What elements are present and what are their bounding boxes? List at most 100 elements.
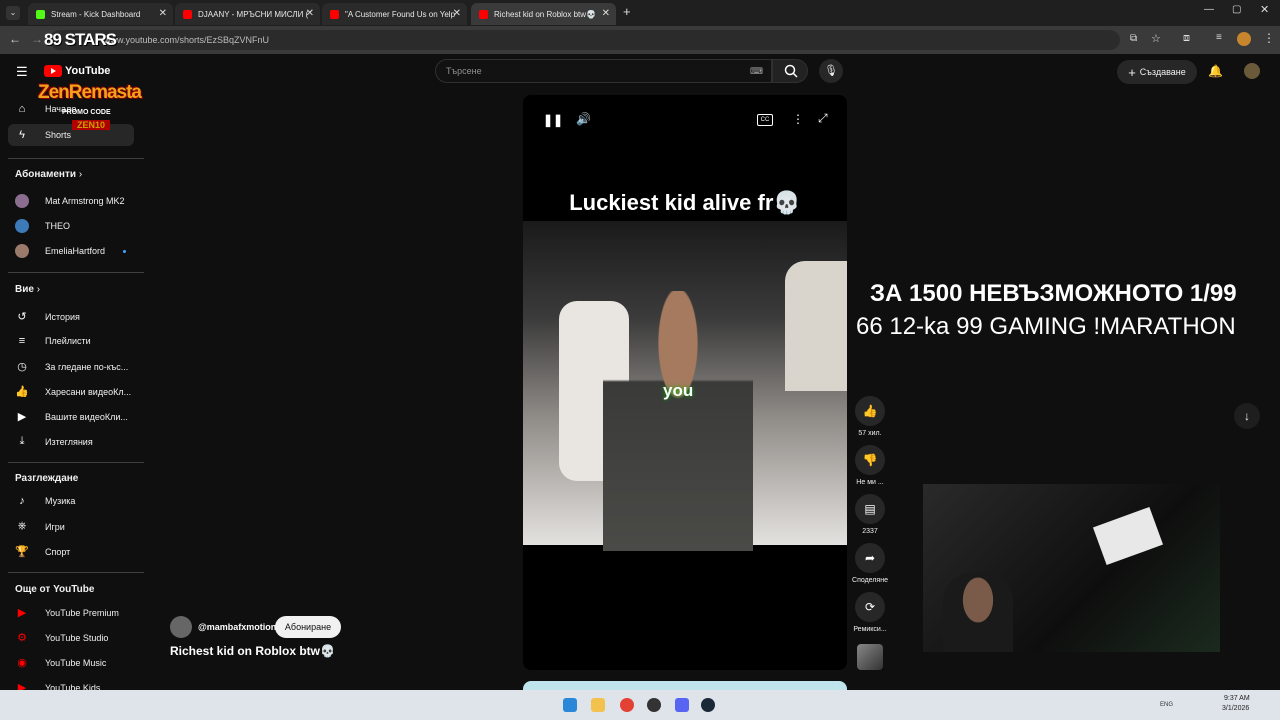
youtube-icon	[479, 9, 488, 19]
sidebar-item-downloads[interactable]: ⤓ Изтегляния	[15, 435, 93, 448]
subscribe-button[interactable]: Абониране	[275, 616, 341, 638]
plus-icon: +	[1128, 64, 1136, 80]
thumbs-up-icon[interactable]: 👍	[855, 396, 885, 426]
sidebar-item-premium[interactable]: ▶ YouTube Premium	[15, 606, 119, 619]
search-icon	[784, 64, 798, 78]
cast-icon[interactable]: ⧉	[1130, 33, 1137, 44]
sidebar-item-liked[interactable]: 👍 Харесани видеоКл...	[15, 385, 131, 398]
close-tab-icon[interactable]: ✕	[159, 8, 167, 19]
tab-richest-kid[interactable]: Richest kid on Roblox btw💀 ✕	[471, 3, 616, 25]
volume-icon[interactable]: 🔊	[576, 112, 591, 126]
channel-avatar[interactable]	[170, 616, 192, 638]
fullscreen-icon[interactable]: ⤢	[818, 111, 828, 126]
sidebar-item-music-app[interactable]: ◉ YouTube Music	[15, 656, 106, 669]
clock-icon: ◷	[17, 361, 27, 373]
account-avatar[interactable]	[1244, 63, 1260, 79]
subscription-mat-armstrong[interactable]: Mat Armstrong MK2	[15, 194, 125, 208]
sidebar-item-your-videos[interactable]: ▶ Вашите видеоКли...	[15, 410, 128, 423]
remix-icon[interactable]: ⟳	[855, 592, 885, 622]
next-short-arrow-icon[interactable]: ↓	[1234, 403, 1260, 429]
sidebar-divider	[8, 158, 144, 159]
close-tab-icon[interactable]: ✕	[306, 8, 314, 19]
search-button[interactable]	[772, 59, 808, 83]
share-action[interactable]: ➦ Споделяне	[848, 543, 892, 584]
profile-avatar[interactable]	[1237, 32, 1251, 46]
url-field[interactable]: www.youtube.com/shorts/EzSBqZVNFnU	[50, 30, 1120, 50]
you-heading[interactable]: Вие ›	[15, 284, 40, 295]
new-content-dot	[123, 249, 127, 253]
you-heading-label: Вие	[15, 284, 34, 295]
sidebar-item-shorts-label[interactable]: ϟ Shorts	[15, 129, 71, 141]
webcam-light	[1092, 506, 1164, 566]
subscription-theo[interactable]: THEO	[15, 219, 70, 233]
minimize-icon[interactable]: —	[1204, 4, 1214, 15]
subscriptions-heading[interactable]: Абонаменти ›	[15, 169, 82, 180]
windows-start-icon[interactable]	[563, 698, 577, 712]
language-indicator[interactable]: ENG	[1160, 702, 1173, 708]
sidebar-item-history[interactable]: ↺ История	[15, 310, 80, 323]
forward-icon[interactable]: →	[31, 32, 43, 46]
channel-name[interactable]: @mambafxmotion	[198, 622, 276, 632]
browser-menu-icon[interactable]: ⋮	[1263, 31, 1275, 45]
notifications-bell-icon[interactable]: 🔔	[1208, 64, 1223, 78]
youtube-premium-icon: ▶	[17, 607, 27, 619]
close-tab-icon[interactable]: ✕	[602, 8, 610, 19]
bookmark-star-icon[interactable]: ☆	[1151, 32, 1161, 45]
history-icon: ↺	[17, 311, 27, 323]
sidebar-item-label: За гледане по-къс...	[45, 361, 129, 372]
new-tab-icon[interactable]: +	[623, 4, 631, 19]
short-video-player[interactable]: ❚❚ 🔊 CC ⋮ ⤢ Luckiest kid alive fr💀 you	[523, 95, 847, 670]
maximize-icon[interactable]: ▢	[1232, 4, 1241, 15]
sound-thumbnail-image	[857, 644, 883, 670]
like-action[interactable]: 👍 57 хил.	[848, 396, 892, 437]
chrome-icon[interactable]	[620, 698, 634, 712]
obs-icon[interactable]	[647, 698, 661, 712]
sidebar-item-watch-later[interactable]: ◷ За гледане по-къс...	[15, 360, 128, 373]
sidebar-item-label: YouTube Studio	[45, 632, 109, 643]
close-tab-icon[interactable]: ✕	[453, 8, 461, 19]
video-frame: you	[523, 221, 847, 551]
media-control-icon[interactable]: ≡	[1216, 32, 1222, 43]
file-explorer-icon[interactable]	[591, 698, 605, 712]
share-icon[interactable]: ➦	[855, 543, 885, 573]
tab-list-icon[interactable]: ⌄	[6, 6, 20, 20]
tab-kick[interactable]: Stream - Kick Dashboard ✕	[28, 3, 173, 25]
sidebar-item-playlists[interactable]: ≡ Плейлисти	[15, 335, 91, 347]
home-icon: ⌂	[18, 103, 26, 115]
sidebar-item-studio[interactable]: ⚙ YouTube Studio	[15, 631, 108, 644]
dislike-action[interactable]: 👎 Не ми ...	[848, 445, 892, 486]
download-icon: ⤓	[19, 435, 25, 447]
sound-thumbnail[interactable]	[848, 644, 892, 670]
back-icon[interactable]: ←	[9, 32, 21, 46]
thumbs-down-icon[interactable]: 👎	[855, 445, 885, 475]
steam-icon[interactable]	[701, 698, 715, 712]
comment-icon[interactable]: ▤	[855, 494, 885, 524]
voice-search-button[interactable]: 🎙	[819, 59, 843, 83]
extensions-icon[interactable]: ⧈	[1183, 32, 1190, 45]
more-options-icon[interactable]: ⋮	[792, 112, 804, 126]
sidebar-item-sports[interactable]: 🏆 Спорт	[15, 545, 70, 558]
subscription-emelia[interactable]: EmeliaHartford	[15, 244, 127, 258]
comments-action[interactable]: ▤ 2337	[848, 494, 892, 535]
create-button[interactable]: + Създаване	[1117, 60, 1197, 84]
tab-yelp[interactable]: "A Customer Found Us on Yelp ✕	[322, 3, 467, 25]
keyboard-icon[interactable]: ⌨	[750, 60, 763, 82]
captions-icon[interactable]: CC	[757, 114, 773, 126]
discord-icon[interactable]	[675, 698, 689, 712]
microphone-icon: 🎙	[824, 65, 838, 77]
remix-action[interactable]: ⟳ Ремикси...	[848, 592, 892, 633]
chevron-right-icon: ›	[78, 169, 83, 180]
promo-code: ZEN10	[72, 120, 111, 130]
close-window-icon[interactable]: ✕	[1260, 3, 1269, 16]
url-text: www.youtube.com/shorts/EzSBqZVNFnU	[104, 35, 270, 45]
your-videos-icon: ▶	[17, 411, 27, 423]
tab-djaany[interactable]: DJAANY - МРЪСНИ МИСЛИ ( ✕	[175, 3, 320, 25]
clock-time[interactable]: 9:37 AM	[1224, 695, 1250, 702]
next-short-preview[interactable]	[523, 681, 847, 690]
sidebar-item-gaming[interactable]: ⎈ Игри	[15, 520, 65, 533]
search-input[interactable]: Търсене ⌨	[435, 59, 772, 83]
clock-date[interactable]: 3/1/2026	[1222, 705, 1249, 712]
pause-icon[interactable]: ❚❚	[543, 113, 563, 127]
sidebar-item-music[interactable]: ♪ Музика	[15, 495, 75, 507]
search-placeholder: Търсене	[446, 66, 482, 76]
